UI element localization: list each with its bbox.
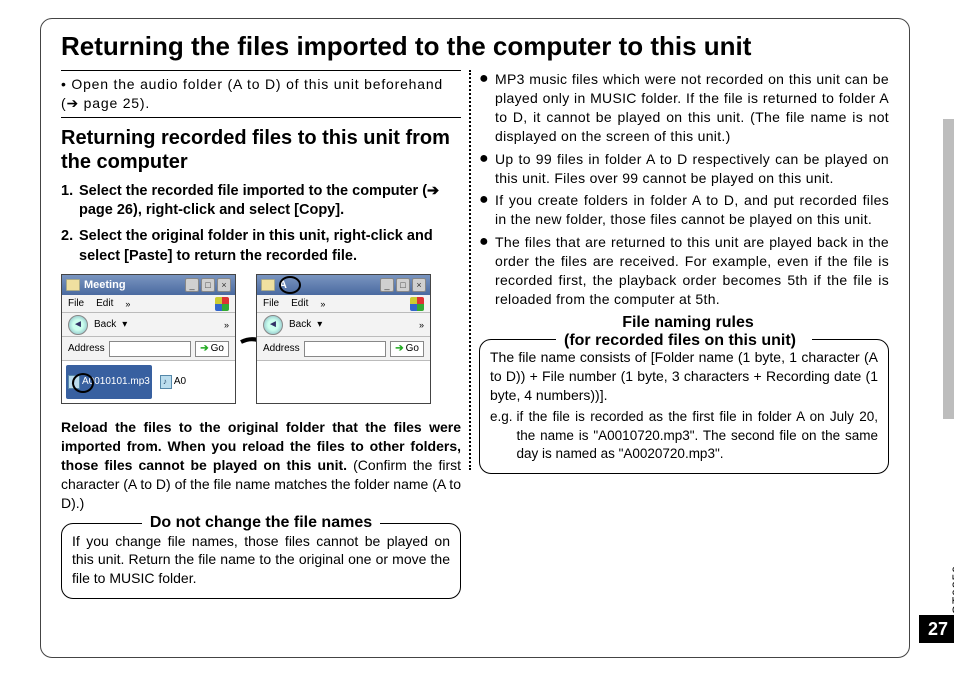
dotted-divider bbox=[469, 70, 471, 470]
bullet-icon: ● bbox=[479, 70, 495, 146]
steps-list: 1. Select the recorded file imported to … bbox=[61, 182, 461, 266]
address-label: Address bbox=[263, 342, 300, 356]
intro-text: • Open the audio folder (A to D) of this… bbox=[61, 76, 443, 111]
right-column: ●MP3 music files which were not recorded… bbox=[479, 70, 889, 640]
flag-icon bbox=[215, 297, 229, 311]
naming-title-line2: (for recorded files on this unit) bbox=[556, 332, 804, 349]
minimize-icon: _ bbox=[380, 278, 394, 292]
flag-icon bbox=[410, 297, 424, 311]
note-item: ●Up to 99 files in folder A to D respect… bbox=[479, 150, 889, 188]
subheading: Returning recorded files to this unit fr… bbox=[61, 126, 461, 174]
note-item: ●MP3 music files which were not recorded… bbox=[479, 70, 889, 146]
naming-body: The file name consists of [Folder name (… bbox=[490, 348, 878, 405]
bullet-icon: ● bbox=[479, 233, 495, 309]
file-naming-box: File naming rules (for recorded files on… bbox=[479, 339, 889, 474]
dropdown-icon: ▾ bbox=[317, 318, 322, 332]
chevron-icon: » bbox=[224, 319, 229, 331]
menu-edit: Edit bbox=[291, 297, 308, 311]
page-title: Returning the files imported to the comp… bbox=[61, 29, 889, 64]
explorer-window-destination: A _ □ × File Edit » ◄ bbox=[256, 274, 431, 404]
note-item: ●If you create folders in folder A to D,… bbox=[479, 191, 889, 229]
step-2-num: 2. bbox=[61, 227, 79, 266]
bullet-icon: ● bbox=[479, 191, 495, 229]
step-1-text: Select the recorded file imported to the… bbox=[79, 182, 461, 221]
folder-icon bbox=[66, 279, 80, 291]
menu-edit: Edit bbox=[96, 297, 113, 311]
chevron-icon: » bbox=[125, 298, 130, 310]
back-icon: ◄ bbox=[68, 315, 88, 335]
address-label: Address bbox=[68, 342, 105, 356]
do-not-change-box: Do not change the file names If you chan… bbox=[61, 523, 461, 600]
step-1: 1. Select the recorded file imported to … bbox=[61, 182, 461, 221]
file-cutoff: A0 bbox=[160, 365, 186, 399]
menu-file: File bbox=[68, 297, 84, 311]
page-number: 27 bbox=[919, 615, 954, 643]
menu-file: File bbox=[263, 297, 279, 311]
address-input bbox=[304, 341, 387, 357]
bullet-icon: ● bbox=[479, 150, 495, 188]
emphasis-circle-a bbox=[279, 276, 301, 294]
address-input bbox=[109, 341, 192, 357]
left-column: • Open the audio folder (A to D) of this… bbox=[61, 70, 461, 640]
reload-warning: Reload the files to the original folder … bbox=[61, 418, 461, 512]
step-1-num: 1. bbox=[61, 182, 79, 221]
eg-label: e.g. bbox=[490, 408, 513, 463]
chevron-icon: » bbox=[320, 298, 325, 310]
note-item: ●The files that are returned to this uni… bbox=[479, 233, 889, 309]
chevron-icon: » bbox=[419, 319, 424, 331]
minimize-icon: _ bbox=[185, 278, 199, 292]
back-label: Back bbox=[94, 318, 116, 332]
close-icon: × bbox=[412, 278, 426, 292]
box-body: If you change file names, those files ca… bbox=[72, 532, 450, 589]
step-2: 2. Select the original folder in this un… bbox=[61, 227, 461, 266]
back-icon: ◄ bbox=[263, 315, 283, 335]
close-icon: × bbox=[217, 278, 231, 292]
box-title: Do not change the file names bbox=[142, 514, 380, 531]
folder-icon bbox=[261, 279, 275, 291]
mp3-icon bbox=[160, 375, 172, 389]
naming-example: e.g. if the file is recorded as the firs… bbox=[490, 408, 878, 463]
step-2-text: Select the original folder in this unit,… bbox=[79, 227, 461, 266]
window1-title: Meeting bbox=[84, 278, 181, 293]
go-button: ➔Go bbox=[195, 341, 229, 357]
back-label: Back bbox=[289, 318, 311, 332]
eg-text: if the file is recorded as the first fil… bbox=[517, 408, 878, 463]
dropdown-icon: ▾ bbox=[122, 318, 127, 332]
naming-title-line1: File naming rules bbox=[614, 314, 762, 331]
maximize-icon: □ bbox=[201, 278, 215, 292]
intro-note: • Open the audio folder (A to D) of this… bbox=[61, 70, 461, 118]
maximize-icon: □ bbox=[396, 278, 410, 292]
emphasis-circle-file bbox=[72, 373, 94, 393]
go-button: ➔Go bbox=[390, 341, 424, 357]
explorer-illustration: Meeting _ □ × File Edit » ◄ bbox=[61, 274, 461, 414]
notes-list: ●MP3 music files which were not recorded… bbox=[479, 70, 889, 309]
side-tab bbox=[943, 119, 954, 419]
explorer-window-source: Meeting _ □ × File Edit » ◄ bbox=[61, 274, 236, 404]
